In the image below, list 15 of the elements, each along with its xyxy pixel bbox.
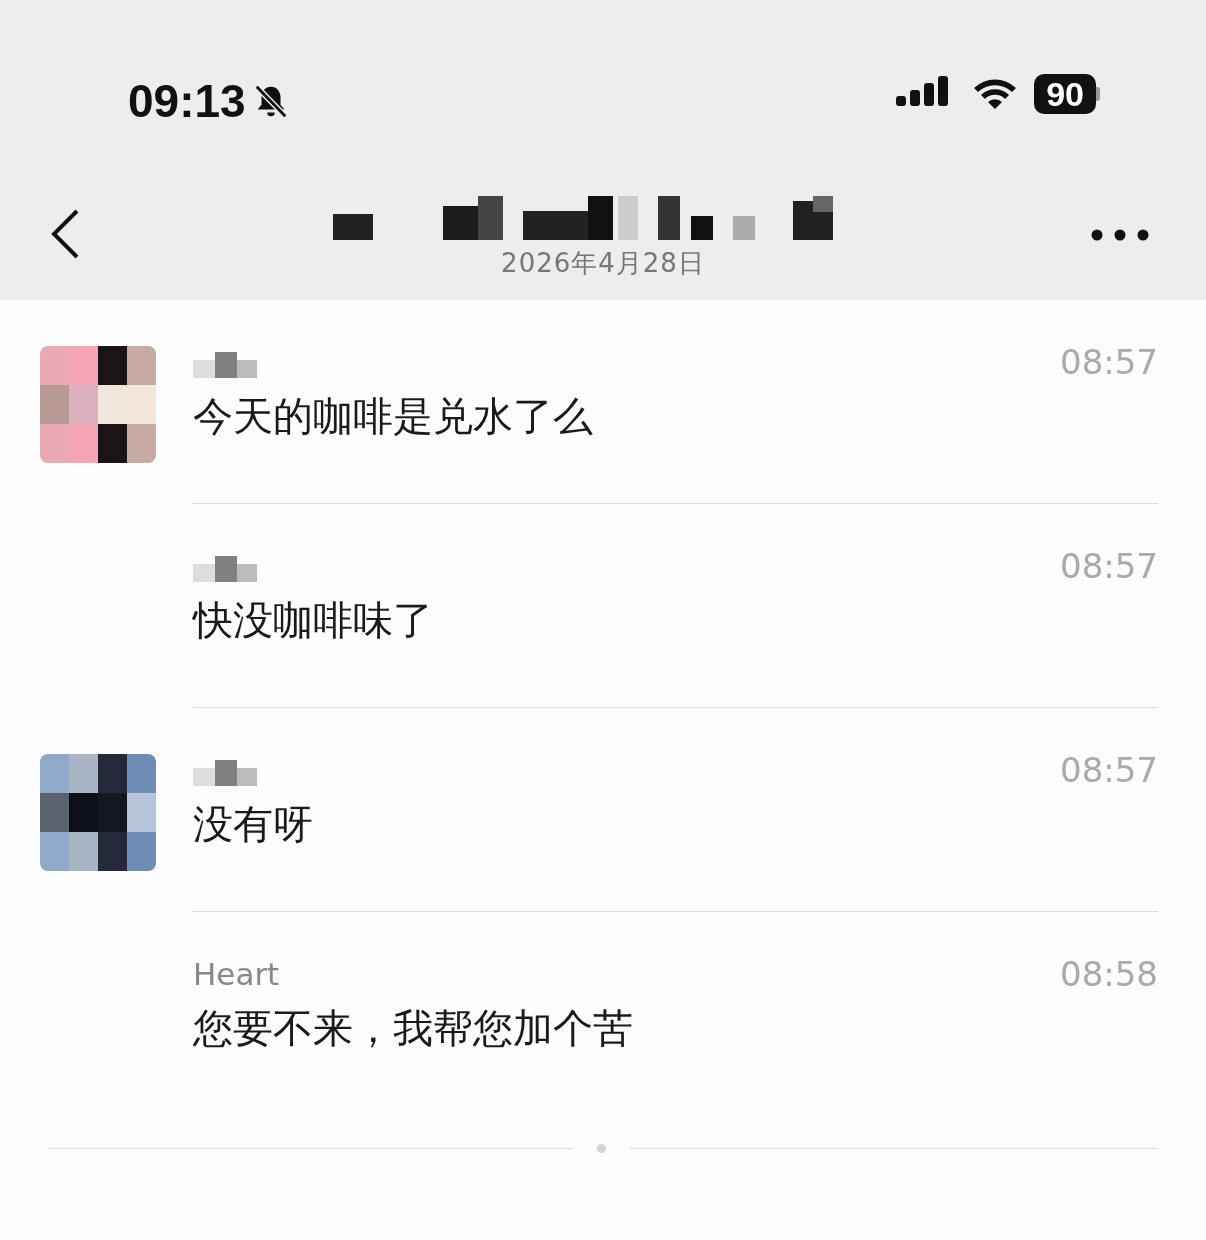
message-time: 08:57 bbox=[1060, 546, 1158, 586]
message-text: 您要不来，我帮您加个苦 bbox=[193, 1004, 634, 1053]
end-dot-icon bbox=[597, 1144, 606, 1153]
message-time: 08:57 bbox=[1060, 342, 1158, 382]
battery-level: 90 bbox=[1034, 74, 1096, 114]
message-time: 08:58 bbox=[1060, 954, 1158, 994]
message-text: 没有呀 bbox=[193, 800, 314, 849]
chat-date: 2026年4月28日 bbox=[501, 247, 705, 280]
back-icon[interactable] bbox=[50, 208, 80, 260]
message-text: 快没咖啡味了 bbox=[193, 596, 434, 645]
message-time: 08:57 bbox=[1060, 750, 1158, 790]
sender-name: Heart bbox=[193, 955, 280, 994]
more-icon[interactable] bbox=[1090, 228, 1150, 242]
message-text: 今天的咖啡是兑水了么 bbox=[193, 392, 594, 441]
status-time: 09:13 bbox=[128, 74, 246, 128]
